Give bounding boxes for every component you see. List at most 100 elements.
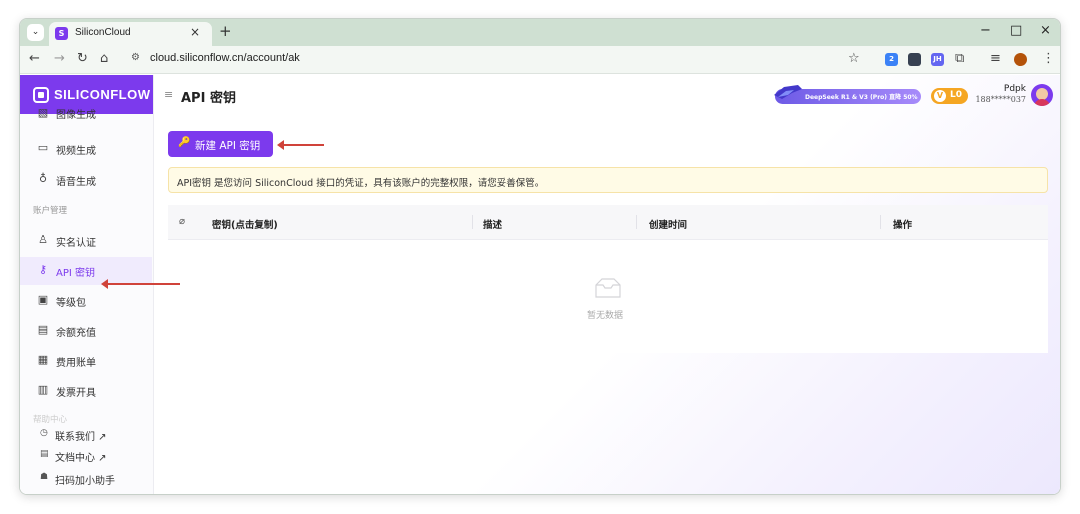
extension-badge: 2 bbox=[889, 55, 894, 63]
sidebar-link-label: 联系我们 ↗ bbox=[55, 432, 107, 443]
home-icon[interactable]: ⌂ bbox=[100, 51, 108, 66]
sidebar-item-label: 图像生成 bbox=[56, 110, 96, 121]
sidebar-item-api-keys[interactable]: ⚷ API 密钥 bbox=[20, 257, 152, 285]
avatar-body bbox=[1034, 99, 1050, 106]
page-title: API 密钥 bbox=[181, 91, 236, 106]
column-header-description: 描述 bbox=[483, 220, 503, 231]
sidebar-item-label: 余额充值 bbox=[56, 328, 96, 339]
tab-title: SiliconCloud bbox=[75, 27, 131, 38]
sidebar-item-video-gen[interactable]: ▭ 视频生成 bbox=[20, 135, 152, 163]
video-icon: ▭ bbox=[37, 141, 49, 154]
level-v-icon: V bbox=[934, 90, 946, 102]
sidebar-item-label: 实名认证 bbox=[56, 238, 96, 249]
user-name[interactable]: Pdpk bbox=[1004, 84, 1026, 94]
profile-avatar-icon[interactable] bbox=[1014, 53, 1027, 66]
extension-jh-icon[interactable]: JH bbox=[931, 53, 944, 66]
sidebar: SILICONFLOW ▧ 图像生成 ▭ 视频生成 ♁ 语音生成 账户管理 ♙ … bbox=[20, 75, 154, 494]
sidebar-item-label: 等级包 bbox=[56, 298, 86, 309]
tab-search-chevron-icon[interactable]: ⌄ bbox=[27, 24, 44, 41]
column-header-created: 创建时间 bbox=[649, 220, 688, 231]
package-icon: ▣ bbox=[37, 293, 49, 306]
sidebar-item-invoice[interactable]: ▥ 发票开具 bbox=[20, 377, 152, 405]
site-settings-icon[interactable]: ⚙ bbox=[131, 52, 140, 63]
user-phone[interactable]: 188*****037 bbox=[975, 95, 1026, 104]
new-api-key-button[interactable]: 🔑 新建 API 密钥 bbox=[168, 131, 273, 157]
siliconflow-logo-icon bbox=[33, 87, 49, 103]
browser-toolbar: ← → ↻ ⌂ ⚙ cloud.siliconflow.cn/account/a… bbox=[20, 46, 1060, 74]
invoice-icon: ▥ bbox=[37, 383, 49, 396]
logo-text: SILICONFLOW bbox=[54, 87, 151, 102]
sidebar-item-label: 费用账单 bbox=[56, 358, 96, 369]
promo-text: DeepSeek R1 & V3 (Pro) 直降 50% bbox=[805, 94, 918, 101]
sidebar-link-label: 扫码加小助手 bbox=[55, 476, 115, 487]
browser-tab[interactable]: S SiliconCloud × bbox=[49, 22, 212, 46]
column-divider bbox=[880, 215, 881, 229]
document-icon: ▤ bbox=[40, 449, 49, 459]
sidebar-item-level-package[interactable]: ▣ 等级包 bbox=[20, 287, 152, 315]
browser-menu-icon[interactable]: ⋮ bbox=[1042, 51, 1055, 66]
siliconcloud-favicon-icon: S bbox=[55, 27, 68, 40]
url-text[interactable]: cloud.siliconflow.cn/account/ak bbox=[150, 52, 300, 64]
column-divider bbox=[636, 215, 637, 229]
notice-text: API密钥 是您访问 SiliconCloud 接口的凭证，具有该账户的完整权限… bbox=[177, 178, 545, 189]
avatar[interactable] bbox=[1031, 84, 1053, 106]
sidebar-item-voice-gen[interactable]: ♁ 语音生成 bbox=[20, 166, 152, 194]
main-content: ≡ API 密钥 DeepSeek R1 & V3 (Pro) 直降 50% V… bbox=[155, 75, 1060, 494]
column-header-actions: 操作 bbox=[893, 220, 913, 231]
sidebar-link-docs[interactable]: ▤ 文档中心 ↗ bbox=[20, 445, 152, 465]
empty-inbox-icon bbox=[595, 278, 621, 298]
new-tab-button[interactable]: + bbox=[219, 22, 232, 40]
extension-jh-label: JH bbox=[933, 55, 942, 63]
sidebar-link-contact[interactable]: ◷ 联系我们 ↗ bbox=[20, 424, 152, 444]
close-window-button[interactable]: × bbox=[1040, 23, 1051, 38]
tab-strip: ⌄ S SiliconCloud × + − □ × bbox=[20, 19, 1060, 46]
page-header: ≡ API 密钥 DeepSeek R1 & V3 (Pro) 直降 50% V… bbox=[155, 75, 1060, 114]
image-icon: ▧ bbox=[37, 109, 49, 119]
bookmark-star-icon[interactable]: ☆ bbox=[848, 51, 860, 66]
maximize-button[interactable]: □ bbox=[1010, 23, 1022, 38]
sidebar-link-label: 文档中心 ↗ bbox=[55, 453, 107, 464]
level-text: L0 bbox=[950, 90, 962, 100]
people-icon: ☗ bbox=[40, 472, 49, 482]
help-circle-icon: ◷ bbox=[40, 428, 48, 438]
bill-icon: ▦ bbox=[37, 353, 49, 366]
minimize-button[interactable]: − bbox=[980, 23, 991, 38]
extensions-puzzle-icon[interactable]: ⧉ bbox=[955, 51, 964, 66]
sidebar-item-verification[interactable]: ♙ 实名认证 bbox=[20, 227, 152, 255]
sidebar-item-label: 视频生成 bbox=[56, 146, 96, 157]
user-verify-icon: ♙ bbox=[38, 233, 48, 246]
forward-arrow-icon[interactable]: → bbox=[54, 51, 65, 66]
empty-state-text: 暂无数据 bbox=[587, 311, 624, 321]
sidebar-item-billing[interactable]: ▦ 费用账单 bbox=[20, 347, 152, 375]
eye-off-icon[interactable]: ⌀ bbox=[179, 216, 185, 227]
menu-toggle-icon[interactable]: ≡ bbox=[164, 88, 173, 101]
sidebar-item-recharge[interactable]: ▤ 余额充值 bbox=[20, 317, 152, 345]
address-bar[interactable]: ⚙ cloud.siliconflow.cn/account/ak bbox=[124, 49, 859, 70]
reading-list-icon[interactable]: ≡ bbox=[990, 51, 1001, 66]
level-badge[interactable]: V L0 bbox=[931, 88, 968, 104]
whale-rocket-icon bbox=[774, 85, 802, 99]
section-account-label: 账户管理 bbox=[33, 206, 68, 216]
sidebar-item-label: API 密钥 bbox=[56, 268, 95, 279]
extension-tiles-icon[interactable]: 2 bbox=[885, 53, 898, 66]
key-icon: ⚷ bbox=[38, 263, 48, 276]
annotation-arrow-sidebar bbox=[101, 279, 180, 289]
back-arrow-icon[interactable]: ← bbox=[29, 51, 40, 66]
api-key-table: ⌀ 密钥(点击复制) 描述 创建时间 操作 暂无数据 bbox=[168, 205, 1048, 353]
reload-icon[interactable]: ↻ bbox=[77, 51, 88, 66]
notice-banner: API密钥 是您访问 SiliconCloud 接口的凭证，具有该账户的完整权限… bbox=[168, 167, 1048, 193]
key-icon: 🔑 bbox=[178, 137, 191, 148]
column-divider bbox=[472, 215, 473, 229]
sidebar-item-image-gen[interactable]: ▧ 图像生成 bbox=[20, 109, 152, 123]
browser-window: ⌄ S SiliconCloud × + − □ × ← → ↻ ⌂ ⚙ clo… bbox=[19, 18, 1061, 495]
column-header-key: 密钥(点击复制) bbox=[212, 220, 278, 231]
wallet-icon: ▤ bbox=[37, 323, 49, 336]
app-root: SILICONFLOW ▧ 图像生成 ▭ 视频生成 ♁ 语音生成 账户管理 ♙ … bbox=[20, 75, 1060, 494]
sidebar-item-label: 语音生成 bbox=[56, 177, 96, 188]
annotation-arrow-button bbox=[277, 140, 324, 150]
new-api-key-label: 新建 API 密钥 bbox=[195, 140, 261, 152]
tab-close-icon[interactable]: × bbox=[190, 25, 200, 39]
table-header: ⌀ 密钥(点击复制) 描述 创建时间 操作 bbox=[168, 205, 1048, 240]
sidebar-link-assistant[interactable]: ☗ 扫码加小助手 bbox=[20, 468, 152, 488]
extension-book-icon[interactable] bbox=[908, 53, 921, 66]
